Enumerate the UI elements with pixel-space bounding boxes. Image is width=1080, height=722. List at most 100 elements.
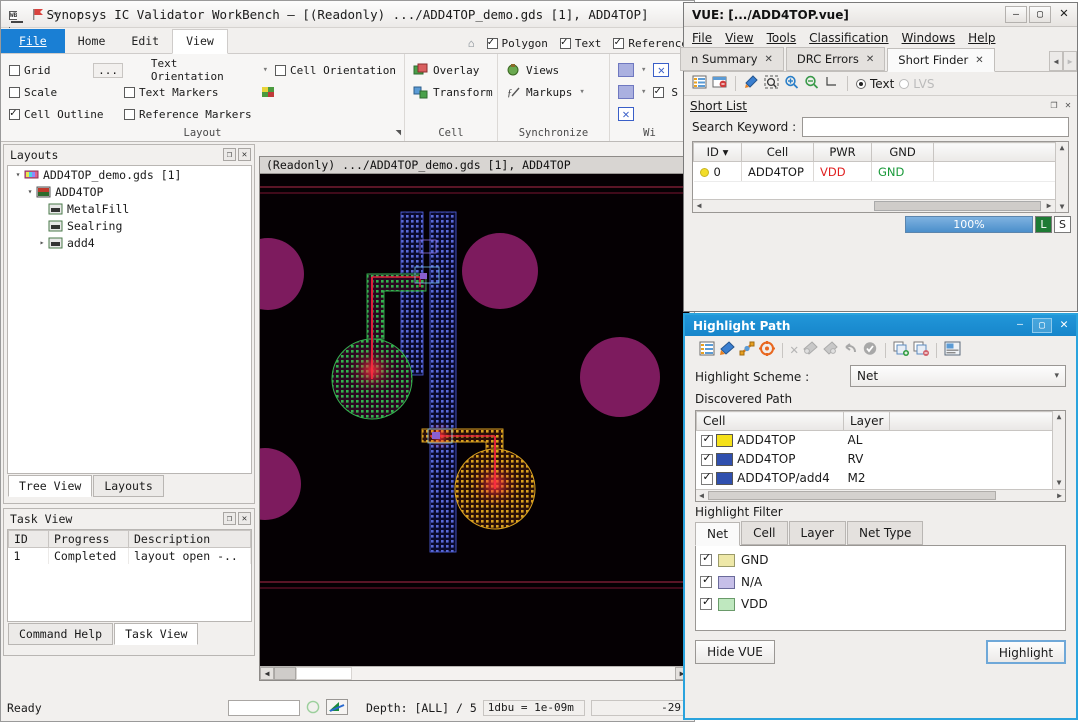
transform-button[interactable]: Transform — [413, 85, 493, 99]
hscroll-left-icon[interactable]: ◀ — [693, 200, 705, 212]
window-layout-icon[interactable] — [618, 63, 634, 77]
tab-scroll-left-icon[interactable]: ◀ — [1049, 51, 1063, 71]
scroll-left-icon[interactable]: ◀ — [260, 667, 274, 680]
list-icon[interactable] — [692, 75, 707, 92]
tab-summary-close-icon[interactable]: ✕ — [765, 54, 773, 65]
wb-icon[interactable]: WB — [9, 7, 25, 36]
views-button[interactable]: Views — [506, 63, 559, 77]
tree-item-add4top[interactable]: ▾ ADD4TOP — [8, 183, 251, 200]
task-col-description[interactable]: Description — [128, 530, 251, 548]
tab-summary[interactable]: n Summary ✕ — [680, 47, 784, 71]
path-col-cell[interactable]: Cell — [696, 411, 844, 431]
menu-tools[interactable]: Tools — [767, 31, 797, 45]
mode-radio-text[interactable]: Text — [856, 77, 894, 91]
scroll-down-icon[interactable]: ▼ — [1056, 201, 1068, 212]
filter-tab-net-type[interactable]: Net Type — [846, 521, 924, 545]
target-icon[interactable] — [759, 341, 775, 359]
window-sync-checkbox[interactable] — [653, 84, 665, 98]
hscroll-right-icon[interactable]: ▶ — [1043, 200, 1055, 212]
tree-twisty-icon[interactable]: ▾ — [24, 187, 36, 196]
short-list-hscrollbar[interactable]: ◀ ▶ — [693, 199, 1055, 212]
tree-item-add4[interactable]: ▸ add4 — [8, 234, 251, 251]
scroll-thumb[interactable] — [274, 667, 296, 680]
short-col-gnd[interactable]: GND — [871, 142, 934, 162]
text-checkbox[interactable]: Text — [559, 35, 601, 50]
filter-checkbox-gnd[interactable] — [700, 551, 712, 566]
path-hscrollbar[interactable]: ◀ ▶ — [696, 489, 1065, 501]
snapshot-icon[interactable] — [326, 698, 348, 718]
hscroll-left-icon[interactable]: ◀ — [696, 490, 707, 501]
hide-vue-button[interactable]: Hide VUE — [695, 640, 775, 664]
path-vscrollbar[interactable]: ▲ ▼ — [1052, 411, 1065, 489]
scroll-up-icon[interactable]: ▲ — [1053, 411, 1065, 423]
maximize-icon[interactable]: ▢ — [1029, 6, 1051, 23]
table-row[interactable]: ADD4TOP/add4 M2 — [697, 469, 1065, 488]
task-view-table[interactable]: ID Progress Description 1 Completed layo… — [7, 529, 252, 622]
window-tile-caret-icon[interactable]: ▾ — [641, 87, 646, 97]
cell-orientation-checkbox[interactable]: Cell Orientation — [275, 64, 396, 77]
filter-tab-layer[interactable]: Layer — [788, 521, 846, 545]
ribbon-tab-edit[interactable]: Edit — [118, 30, 172, 53]
markups-caret-icon[interactable]: ▾ — [579, 87, 584, 97]
tab-drc-errors-close-icon[interactable]: ✕ — [866, 54, 874, 65]
short-col-extra[interactable] — [933, 142, 1068, 162]
menu-view[interactable]: View — [725, 31, 753, 45]
hscroll-thumb[interactable] — [708, 491, 996, 500]
ribbon-tab-home[interactable]: Home — [65, 30, 119, 53]
list-icon[interactable] — [699, 341, 715, 359]
restore-icon[interactable]: ▢ — [1032, 318, 1052, 333]
markups-button[interactable]: ƒ Markups — [506, 85, 572, 100]
zoom-in-icon[interactable] — [784, 75, 799, 92]
grid-checkbox[interactable]: Grid — [9, 64, 86, 77]
tab-short-finder-close-icon[interactable]: ✕ — [975, 55, 983, 66]
hscroll-right-icon[interactable]: ▶ — [1054, 490, 1065, 501]
reference-checkbox[interactable]: Reference — [613, 35, 688, 50]
highlight-button[interactable]: Highlight — [986, 640, 1066, 664]
short-col-id[interactable]: ID ▾ — [693, 142, 742, 162]
menu-classification[interactable]: Classification — [809, 31, 888, 45]
minimize-icon[interactable]: — — [1010, 318, 1030, 333]
table-row[interactable]: ADD4TOP RV — [697, 450, 1065, 469]
menu-file[interactable]: File — [692, 31, 712, 45]
reference-markers-checkbox[interactable]: Reference Markers — [124, 108, 252, 121]
copy-remove-icon[interactable] — [913, 341, 930, 359]
cell-outline-checkbox[interactable]: Cell Outline — [9, 106, 117, 121]
short-list-close-icon[interactable]: ✕ — [1062, 100, 1074, 112]
short-col-cell[interactable]: Cell — [741, 142, 814, 162]
menu-help[interactable]: Help — [968, 31, 995, 45]
text-markers-checkbox[interactable]: Text Markers — [124, 86, 254, 99]
layout-dialog-launcher-icon[interactable]: ◥ — [396, 128, 401, 138]
path-icon[interactable] — [739, 341, 755, 359]
short-col-pwr[interactable]: PWR — [813, 142, 872, 162]
filter-tab-cell[interactable]: Cell — [741, 521, 788, 545]
task-col-progress[interactable]: Progress — [48, 530, 129, 548]
window-layout-caret-icon[interactable]: ▾ — [641, 65, 646, 75]
search-input[interactable] — [802, 117, 1069, 137]
filter-checkbox-vdd[interactable] — [700, 595, 712, 610]
path-col-extra[interactable] — [889, 411, 1065, 431]
close-window-icon[interactable]: ✕ — [653, 63, 670, 77]
path-checkbox-2[interactable] — [700, 470, 713, 485]
tree-twisty-icon[interactable]: ▾ — [12, 170, 24, 179]
table-row[interactable]: ADD4TOP AL — [697, 431, 1065, 450]
canvas-horizontal-scrollbar[interactable]: ◀ ▶ — [260, 666, 689, 680]
redo-arrow-icon[interactable]: ➨ — [53, 7, 69, 21]
layouts-float-icon[interactable]: ❐ — [223, 148, 236, 161]
copy-add-icon[interactable] — [893, 341, 910, 359]
layouts-tree[interactable]: ▾ ADD4TOP_demo.gds [1] ▾ ADD4TOP MetalFi… — [7, 165, 252, 474]
close-icon[interactable]: ✕ — [1054, 318, 1074, 333]
text-orientation-caret-icon[interactable]: ▾ — [263, 65, 268, 75]
short-list-float-icon[interactable]: ❐ — [1048, 100, 1060, 112]
table-row[interactable]: 0 ADD4TOP VDD GND — [693, 161, 1068, 182]
flag-icon[interactable] — [32, 8, 46, 21]
report-icon[interactable] — [712, 75, 727, 92]
task-float-icon[interactable]: ❐ — [223, 512, 236, 525]
scroll-down-icon[interactable]: ▼ — [1053, 477, 1065, 489]
tree-item-metalfill[interactable]: MetalFill — [8, 200, 251, 217]
menu-windows[interactable]: Windows — [902, 31, 956, 45]
home-icon[interactable]: ⌂ — [468, 37, 475, 50]
layout-canvas[interactable] — [260, 174, 689, 666]
path-checkbox-1[interactable] — [700, 451, 713, 466]
task-col-id[interactable]: ID — [8, 530, 49, 548]
layer-palette-icon[interactable] — [261, 85, 276, 99]
